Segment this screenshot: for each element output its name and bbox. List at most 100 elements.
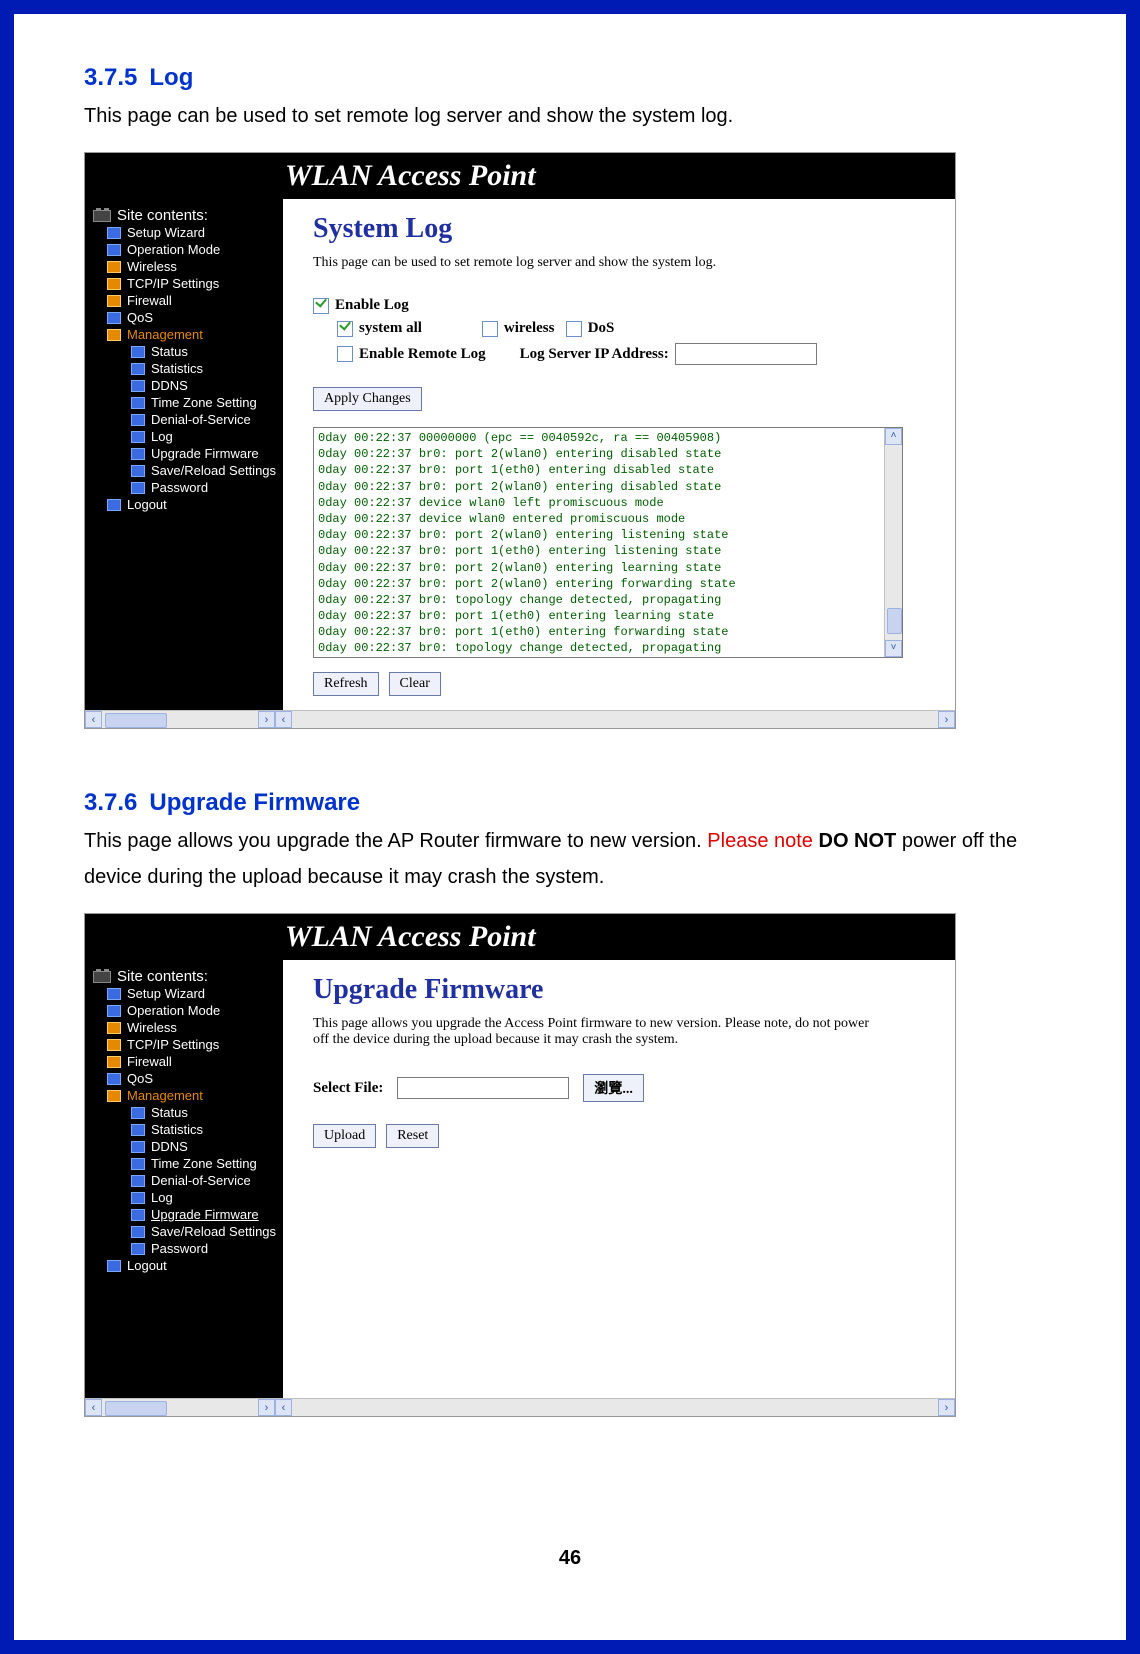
enable-log-checkbox[interactable] (313, 298, 329, 314)
sidebar-item-qos[interactable]: QoS (93, 1070, 283, 1087)
sidebar-item-wireless[interactable]: Wireless (93, 1019, 283, 1036)
scroll-left-icon[interactable]: ‹ (85, 1399, 102, 1416)
sidebar-item-tcpip[interactable]: TCP/IP Settings (93, 1036, 283, 1053)
sidebar-sub-upgrade[interactable]: Upgrade Firmware (93, 1206, 283, 1223)
page-icon (131, 482, 145, 494)
log-textarea[interactable]: 0day 00:22:37 00000000 (epc == 0040592c,… (313, 427, 903, 658)
scroll-right-icon[interactable]: › (938, 1399, 955, 1416)
page-icon (131, 346, 145, 358)
folder-icon (107, 295, 121, 307)
scroll-thumb[interactable] (105, 1401, 167, 1416)
sidebar-item-qos[interactable]: QoS (93, 309, 283, 326)
page-icon (107, 227, 121, 239)
sidebar-sub-stats[interactable]: Statistics (93, 1121, 283, 1138)
page-icon (107, 499, 121, 511)
scroll-down-icon[interactable]: ˅ (885, 640, 902, 657)
upload-button[interactable]: Upload (313, 1124, 376, 1148)
sidebar-sub-dos[interactable]: Denial-of-Service (93, 411, 283, 428)
sidebar-item-mgmt[interactable]: Management (93, 326, 283, 343)
banner-title: WLAN Access Point (285, 920, 536, 954)
h-scrollbar-left[interactable]: ‹ › (85, 1398, 275, 1416)
clear-button[interactable]: Clear (389, 672, 441, 696)
sidebar-sub-save[interactable]: Save/Reload Settings (93, 462, 283, 479)
sidebar-root[interactable]: Site contents: (93, 968, 283, 985)
page-icon (131, 397, 145, 409)
sidebar-item-tcpip[interactable]: TCP/IP Settings (93, 275, 283, 292)
router-icon (93, 971, 111, 983)
scroll-left-icon[interactable]: ‹ (275, 711, 292, 728)
scroll-thumb[interactable] (105, 713, 167, 728)
sidebar-item-firewall[interactable]: Firewall (93, 1053, 283, 1070)
scroll-up-icon[interactable]: ˄ (885, 428, 902, 445)
mainpane-log: System Log This page can be used to set … (283, 199, 955, 710)
sidebar-item-opmode[interactable]: Operation Mode (93, 1002, 283, 1019)
folder-icon (107, 1022, 121, 1034)
folder-icon (107, 261, 121, 273)
page-icon (131, 1226, 145, 1238)
sidebar-item-firewall[interactable]: Firewall (93, 292, 283, 309)
sidebar-sub-status[interactable]: Status (93, 1104, 283, 1121)
sidebar-sub-upgrade[interactable]: Upgrade Firmware (93, 445, 283, 462)
log-vertical-scrollbar[interactable]: ˄ ˅ (884, 428, 902, 657)
page-icon (107, 244, 121, 256)
sidebar-item-wireless[interactable]: Wireless (93, 258, 283, 275)
folder-icon (107, 1056, 121, 1068)
folder-open-icon (107, 1090, 121, 1102)
sidebar: Site contents: Setup Wizard Operation Mo… (85, 960, 283, 1398)
page-number: 46 (14, 1547, 1126, 1570)
folder-icon (107, 1039, 121, 1051)
page-icon (131, 1141, 145, 1153)
sidebar-item-setup[interactable]: Setup Wizard (93, 224, 283, 241)
sidebar-item-mgmt[interactable]: Management (93, 1087, 283, 1104)
page-desc-upgrade: This page allows you upgrade the Access … (313, 1016, 873, 1048)
h-scrollbar-right[interactable]: ‹ › (275, 1398, 955, 1416)
h-scrollbar-left[interactable]: ‹ › (85, 710, 275, 728)
sidebar-item-opmode[interactable]: Operation Mode (93, 241, 283, 258)
page-icon (131, 448, 145, 460)
sidebar-item-logout[interactable]: Logout (93, 496, 283, 513)
sidebar-sub-log[interactable]: Log (93, 428, 283, 445)
sidebar-sub-ddns[interactable]: DDNS (93, 1138, 283, 1155)
scroll-left-icon[interactable]: ‹ (275, 1399, 292, 1416)
sidebar-sub-pwd[interactable]: Password (93, 479, 283, 496)
scroll-right-icon[interactable]: › (258, 711, 275, 728)
scroll-right-icon[interactable]: › (938, 711, 955, 728)
h-scrollbar-right[interactable]: ‹ › (275, 710, 955, 728)
page-icon (107, 1005, 121, 1017)
enable-remote-checkbox[interactable] (337, 346, 353, 362)
sidebar-sub-tz[interactable]: Time Zone Setting (93, 1155, 283, 1172)
select-file-label: Select File: (313, 1080, 383, 1097)
browse-button[interactable]: 瀏覽... (583, 1074, 644, 1102)
page-icon (131, 380, 145, 392)
sidebar-sub-save[interactable]: Save/Reload Settings (93, 1223, 283, 1240)
sidebar-item-logout[interactable]: Logout (93, 1257, 283, 1274)
sidebar-sub-pwd[interactable]: Password (93, 1240, 283, 1257)
sidebar-root[interactable]: Site contents: (93, 207, 283, 224)
page-icon (131, 1243, 145, 1255)
page-icon (131, 1107, 145, 1119)
log-server-ip-input[interactable] (675, 343, 817, 365)
page-icon (131, 1209, 145, 1221)
folder-icon (107, 278, 121, 290)
page-icon (131, 431, 145, 443)
sidebar-sub-tz[interactable]: Time Zone Setting (93, 394, 283, 411)
sidebar-sub-stats[interactable]: Statistics (93, 360, 283, 377)
reset-button[interactable]: Reset (386, 1124, 439, 1148)
dos-checkbox[interactable] (566, 321, 582, 337)
wireless-checkbox[interactable] (482, 321, 498, 337)
sidebar-item-setup[interactable]: Setup Wizard (93, 985, 283, 1002)
sidebar-sub-log[interactable]: Log (93, 1189, 283, 1206)
page-icon (131, 363, 145, 375)
sidebar-sub-ddns[interactable]: DDNS (93, 377, 283, 394)
scroll-left-icon[interactable]: ‹ (85, 711, 102, 728)
sidebar-sub-dos[interactable]: Denial-of-Service (93, 1172, 283, 1189)
folder-open-icon (107, 329, 121, 341)
scroll-thumb[interactable] (887, 608, 902, 634)
scroll-right-icon[interactable]: › (258, 1399, 275, 1416)
sidebar-sub-status[interactable]: Status (93, 343, 283, 360)
page-icon (107, 1260, 121, 1272)
system-all-checkbox[interactable] (337, 321, 353, 337)
file-input[interactable] (397, 1077, 569, 1099)
page-icon (131, 465, 145, 477)
apply-changes-button[interactable]: Apply Changes (313, 387, 422, 411)
